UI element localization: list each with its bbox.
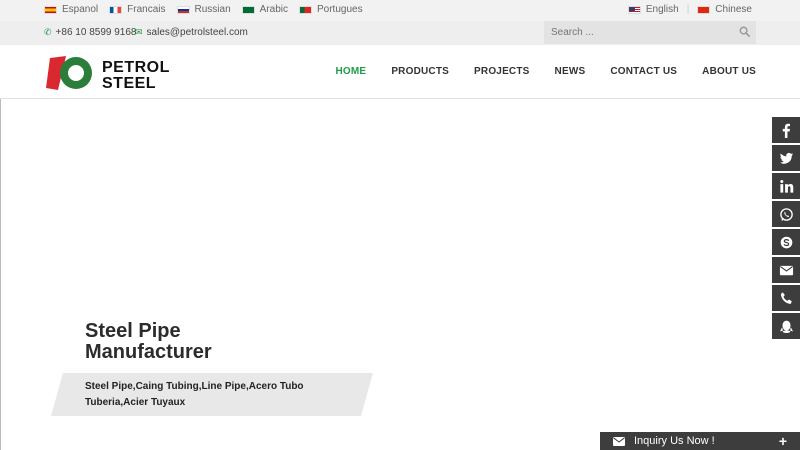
skype-button[interactable]	[772, 229, 800, 255]
logo-text-petrol: PETROL	[102, 59, 170, 76]
petrol-steel-logo[interactable]: PETROL STEEL	[44, 54, 194, 92]
email-button[interactable]	[772, 257, 800, 283]
language-arabic[interactable]: Arabic	[241, 4, 288, 15]
facebook-icon	[782, 123, 790, 138]
nav-news[interactable]: NEWS	[555, 66, 586, 77]
site-header: PETROL STEEL HOME PRODUCTS PROJECTS NEWS…	[0, 45, 800, 99]
linkedin-icon	[779, 179, 793, 193]
language-separator: |	[686, 4, 690, 15]
hero-subtitle: Steel Pipe,Caing Tubing,Line Pipe,Acero …	[85, 379, 365, 411]
nav-about-us[interactable]: ABOUT US	[702, 66, 756, 77]
contact-email[interactable]: ✉ sales@petrolsteel.com	[135, 27, 248, 38]
linkedin-button[interactable]	[772, 173, 800, 199]
main-nav: HOME PRODUCTS PROJECTS NEWS CONTACT US A…	[311, 66, 757, 77]
nav-home[interactable]: HOME	[336, 66, 367, 77]
nav-contact-us[interactable]: CONTACT US	[610, 66, 677, 77]
social-sidebar	[772, 117, 800, 341]
whatsapp-button[interactable]	[772, 201, 800, 227]
language-label: Espanol	[62, 4, 99, 15]
language-portugues[interactable]: Portugues	[299, 4, 363, 15]
logo-text-steel: STEEL	[102, 75, 157, 92]
language-russian[interactable]: Russian	[176, 4, 231, 15]
logo-mark-icon	[46, 56, 92, 90]
facebook-button[interactable]	[772, 117, 800, 143]
saudi-flag-icon	[241, 5, 255, 14]
phone-number: +86 10 8599 9168	[55, 27, 137, 38]
search-icon[interactable]	[739, 26, 750, 37]
expand-plus-icon[interactable]: +	[779, 433, 787, 449]
contact-phone[interactable]: ✆ +86 10 8599 9168	[44, 27, 136, 38]
language-english[interactable]: English	[627, 4, 679, 15]
email-icon	[779, 265, 793, 275]
twitter-icon	[779, 152, 793, 164]
language-label: Russian	[194, 4, 231, 15]
language-label: Portugues	[317, 4, 363, 15]
phone-button[interactable]	[772, 285, 800, 311]
nav-products[interactable]: PRODUCTS	[391, 66, 449, 77]
france-flag-icon	[109, 5, 123, 14]
site-language-switch: English | Chinese	[627, 4, 752, 15]
language-list: Espanol Francais Russian Arabic Portugue…	[44, 4, 374, 15]
envelope-icon: ✉	[135, 27, 143, 37]
hero-title: Steel Pipe Manufacturer	[85, 320, 212, 363]
language-espanol[interactable]: Espanol	[44, 4, 98, 15]
portugal-flag-icon	[299, 5, 312, 14]
hero-subtitle-line: Steel Pipe,Caing Tubing,Line Pipe,Acero …	[85, 381, 304, 392]
qq-button[interactable]	[772, 313, 800, 339]
inquiry-label: Inquiry Us Now !	[634, 435, 715, 447]
contact-bar: ✆ +86 10 8599 9168 ✉ sales@petrolsteel.c…	[0, 21, 800, 45]
envelope-icon	[613, 436, 625, 446]
language-label: Francais	[127, 4, 166, 15]
inquiry-bar[interactable]: Inquiry Us Now ! +	[600, 432, 800, 450]
language-bar: Espanol Francais Russian Arabic Portugue…	[0, 0, 800, 21]
language-chinese[interactable]: Chinese	[697, 4, 752, 15]
search-box	[544, 21, 756, 44]
language-label: Chinese	[715, 4, 752, 15]
nav-projects[interactable]: PROJECTS	[474, 66, 530, 77]
hero-banner: Steel Pipe Manufacturer Steel Pipe,Caing…	[0, 99, 800, 450]
search-input[interactable]	[544, 21, 756, 44]
spain-flag-icon	[44, 5, 57, 14]
phone-icon: ✆	[44, 27, 52, 37]
skype-icon	[780, 236, 792, 248]
language-label: English	[645, 4, 679, 15]
language-francais[interactable]: Francais	[109, 4, 166, 15]
us-flag-icon	[627, 5, 641, 14]
china-flag-icon	[697, 5, 711, 14]
language-label: Arabic	[259, 4, 288, 15]
qq-icon	[779, 320, 793, 333]
phone-icon	[780, 291, 792, 304]
hero-subtitle-line: Tuberia,Acier Tuyaux	[85, 397, 186, 408]
twitter-button[interactable]	[772, 145, 800, 171]
email-address: sales@petrolsteel.com	[146, 27, 248, 38]
russia-flag-icon	[176, 5, 190, 14]
whatsapp-icon	[779, 207, 793, 221]
